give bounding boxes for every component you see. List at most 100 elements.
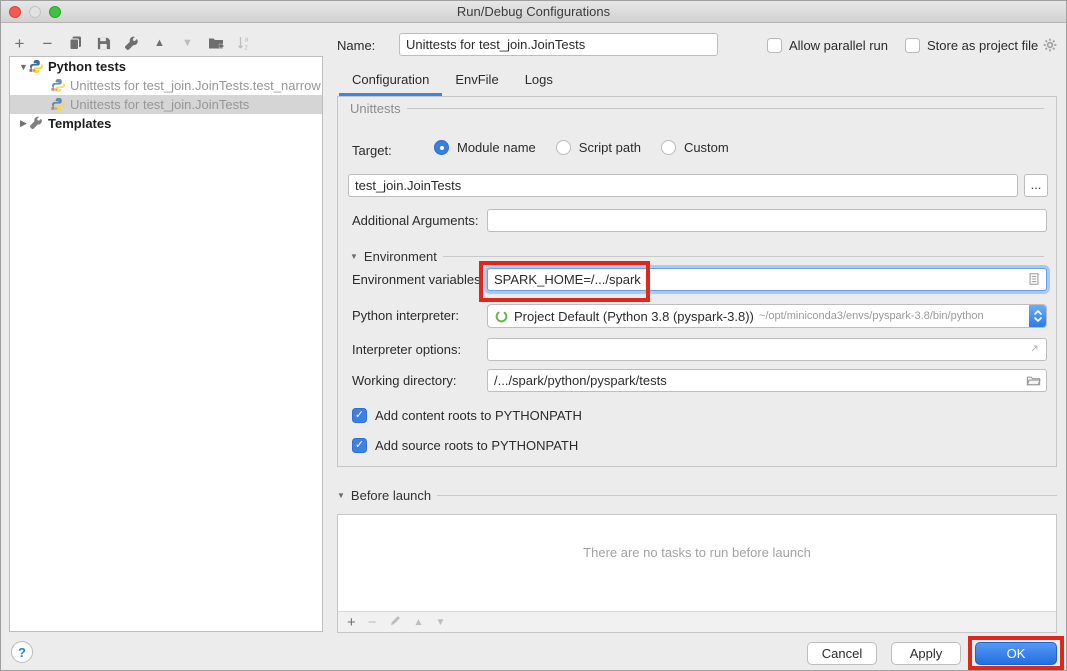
configurations-toolbar: + − ▲ ▼ az bbox=[11, 32, 252, 54]
run-debug-configurations-dialog: Run/Debug Configurations + − ▲ ▼ az ▼ Py bbox=[0, 0, 1067, 671]
name-input[interactable]: Unittests for test_join.JoinTests bbox=[399, 33, 718, 56]
tab-envfile[interactable]: EnvFile bbox=[442, 67, 511, 96]
move-down-icon[interactable]: ▼ bbox=[179, 35, 196, 52]
collapse-triangle-icon[interactable]: ▼ bbox=[350, 252, 358, 261]
move-task-down-icon[interactable]: ▼ bbox=[435, 615, 445, 630]
section-divider bbox=[437, 495, 1057, 496]
svg-text:z: z bbox=[244, 45, 248, 52]
add-source-roots-checkbox[interactable]: ✓ Add source roots to PYTHONPATH bbox=[352, 438, 578, 453]
new-folder-icon[interactable] bbox=[207, 35, 224, 52]
working-directory-label: Working directory: bbox=[352, 373, 457, 388]
checkbox-unchecked-icon[interactable] bbox=[767, 38, 782, 53]
gear-icon[interactable] bbox=[1042, 37, 1058, 53]
tree-item-templates[interactable]: ▶ Templates bbox=[10, 114, 322, 133]
tab-configuration[interactable]: Configuration bbox=[339, 67, 442, 96]
checkbox-unchecked-icon[interactable] bbox=[905, 38, 920, 53]
target-option-module-name[interactable]: Module name bbox=[457, 140, 536, 155]
environment-section-title: Environment bbox=[364, 249, 437, 264]
chevron-right-icon[interactable]: ▶ bbox=[18, 118, 29, 129]
ok-button[interactable]: OK bbox=[975, 642, 1057, 665]
browse-module-button[interactable]: ... bbox=[1024, 174, 1048, 197]
before-launch-toolbar: + − ▲ ▼ bbox=[338, 611, 1056, 632]
before-launch-section-title: Before launch bbox=[351, 488, 431, 503]
window-title: Run/Debug Configurations bbox=[1, 4, 1066, 19]
before-launch-panel: There are no tasks to run before launch … bbox=[337, 514, 1057, 633]
sort-configurations-icon[interactable]: az bbox=[235, 35, 252, 52]
configuration-panel: Unittests Target: Module name Script pat… bbox=[337, 96, 1057, 467]
expand-field-icon[interactable] bbox=[1028, 342, 1041, 358]
tree-item-unittest-test-narrow[interactable]: Unittests for test_join.JoinTests.test_n… bbox=[10, 76, 322, 95]
collapse-triangle-icon[interactable]: ▼ bbox=[337, 491, 345, 500]
additional-arguments-input[interactable] bbox=[487, 209, 1047, 232]
environment-variables-label: Environment variables: bbox=[352, 272, 484, 287]
interpreter-value: Project Default (Python 3.8 (pyspark-3.8… bbox=[514, 309, 754, 324]
checkbox-checked-icon[interactable]: ✓ bbox=[352, 438, 367, 453]
svg-text:a: a bbox=[244, 37, 248, 44]
target-option-custom[interactable]: Custom bbox=[684, 140, 729, 155]
target-option-script-path[interactable]: Script path bbox=[579, 140, 641, 155]
working-directory-input[interactable]: /.../spark/python/pyspark/tests bbox=[487, 369, 1047, 392]
radio-unselected-icon[interactable] bbox=[661, 140, 676, 155]
store-as-project-file-checkbox[interactable]: Store as project file bbox=[905, 36, 1038, 54]
remove-configuration-icon[interactable]: − bbox=[39, 35, 56, 52]
apply-button[interactable]: Apply bbox=[891, 642, 961, 665]
tree-item-python-tests[interactable]: ▼ Python tests bbox=[10, 57, 322, 76]
tree-item-label: Unittests for test_join.JoinTests.test_n… bbox=[70, 78, 321, 93]
unittests-section-header: Unittests bbox=[338, 101, 1056, 116]
configurations-tree: ▼ Python tests Unittests for test_join.J… bbox=[9, 56, 323, 632]
environment-section-header[interactable]: ▼ Environment bbox=[338, 249, 1056, 264]
python-interpreter-label: Python interpreter: bbox=[352, 308, 459, 323]
move-up-icon[interactable]: ▲ bbox=[151, 35, 168, 52]
templates-wrench-icon bbox=[29, 116, 44, 131]
remove-task-icon[interactable]: − bbox=[368, 615, 377, 630]
allow-parallel-run-label: Allow parallel run bbox=[789, 38, 888, 53]
edit-templates-wrench-icon[interactable] bbox=[123, 35, 140, 52]
section-divider bbox=[443, 256, 1044, 257]
chevron-down-icon[interactable]: ▼ bbox=[18, 62, 29, 72]
interpreter-options-label: Interpreter options: bbox=[352, 342, 461, 357]
python-interpreter-dropdown[interactable]: Project Default (Python 3.8 (pyspark-3.8… bbox=[487, 304, 1047, 328]
move-task-up-icon[interactable]: ▲ bbox=[414, 615, 424, 630]
radio-unselected-icon[interactable] bbox=[556, 140, 571, 155]
help-button[interactable]: ? bbox=[11, 641, 33, 663]
save-configuration-icon[interactable] bbox=[95, 35, 112, 52]
tree-item-label: Python tests bbox=[48, 59, 126, 74]
conda-environment-icon bbox=[494, 309, 509, 324]
add-task-icon[interactable]: + bbox=[347, 615, 356, 630]
add-configuration-icon[interactable]: + bbox=[11, 35, 28, 52]
unittests-section-title: Unittests bbox=[350, 101, 401, 116]
folder-icon[interactable] bbox=[1026, 373, 1041, 391]
target-radio-group: Module name Script path Custom bbox=[434, 140, 741, 155]
module-name-input[interactable]: test_join.JoinTests bbox=[348, 174, 1018, 197]
python-test-icon bbox=[51, 97, 66, 112]
working-directory-value: /.../spark/python/pyspark/tests bbox=[494, 373, 667, 388]
before-launch-empty-text: There are no tasks to run before launch bbox=[338, 545, 1056, 560]
environment-variables-value: SPARK_HOME=/.../spark bbox=[494, 272, 641, 287]
allow-parallel-run-checkbox[interactable]: Allow parallel run bbox=[767, 36, 888, 54]
python-tests-icon bbox=[29, 59, 44, 74]
add-content-roots-checkbox[interactable]: ✓ Add content roots to PYTHONPATH bbox=[352, 408, 582, 423]
tab-logs[interactable]: Logs bbox=[512, 67, 566, 96]
before-launch-section-header[interactable]: ▼ Before launch bbox=[337, 488, 1057, 503]
dropdown-stepper-icon[interactable] bbox=[1029, 305, 1046, 327]
interpreter-path: ~/opt/miniconda3/envs/pyspark-3.8/bin/py… bbox=[759, 310, 984, 322]
tree-item-label: Templates bbox=[48, 116, 111, 131]
titlebar: Run/Debug Configurations bbox=[1, 1, 1066, 23]
additional-arguments-label: Additional Arguments: bbox=[352, 213, 478, 228]
checkbox-checked-icon[interactable]: ✓ bbox=[352, 408, 367, 423]
add-source-roots-label: Add source roots to PYTHONPATH bbox=[375, 438, 578, 453]
edit-task-pencil-icon[interactable] bbox=[389, 614, 402, 630]
python-test-icon bbox=[51, 78, 66, 93]
config-tabs: Configuration EnvFile Logs bbox=[339, 67, 566, 96]
radio-selected-icon[interactable] bbox=[434, 140, 449, 155]
tree-item-label: Unittests for test_join.JoinTests bbox=[70, 97, 249, 112]
store-as-project-file-label: Store as project file bbox=[927, 38, 1038, 53]
interpreter-options-input[interactable] bbox=[487, 338, 1047, 361]
tree-item-unittest-jointests-selected[interactable]: Unittests for test_join.JoinTests bbox=[10, 95, 322, 114]
environment-variables-input[interactable]: SPARK_HOME=/.../spark bbox=[487, 268, 1047, 291]
edit-variables-list-icon[interactable] bbox=[1027, 272, 1041, 289]
cancel-button[interactable]: Cancel bbox=[807, 642, 877, 665]
section-divider bbox=[407, 108, 1044, 109]
copy-configuration-icon[interactable] bbox=[67, 35, 84, 52]
add-content-roots-label: Add content roots to PYTHONPATH bbox=[375, 408, 582, 423]
